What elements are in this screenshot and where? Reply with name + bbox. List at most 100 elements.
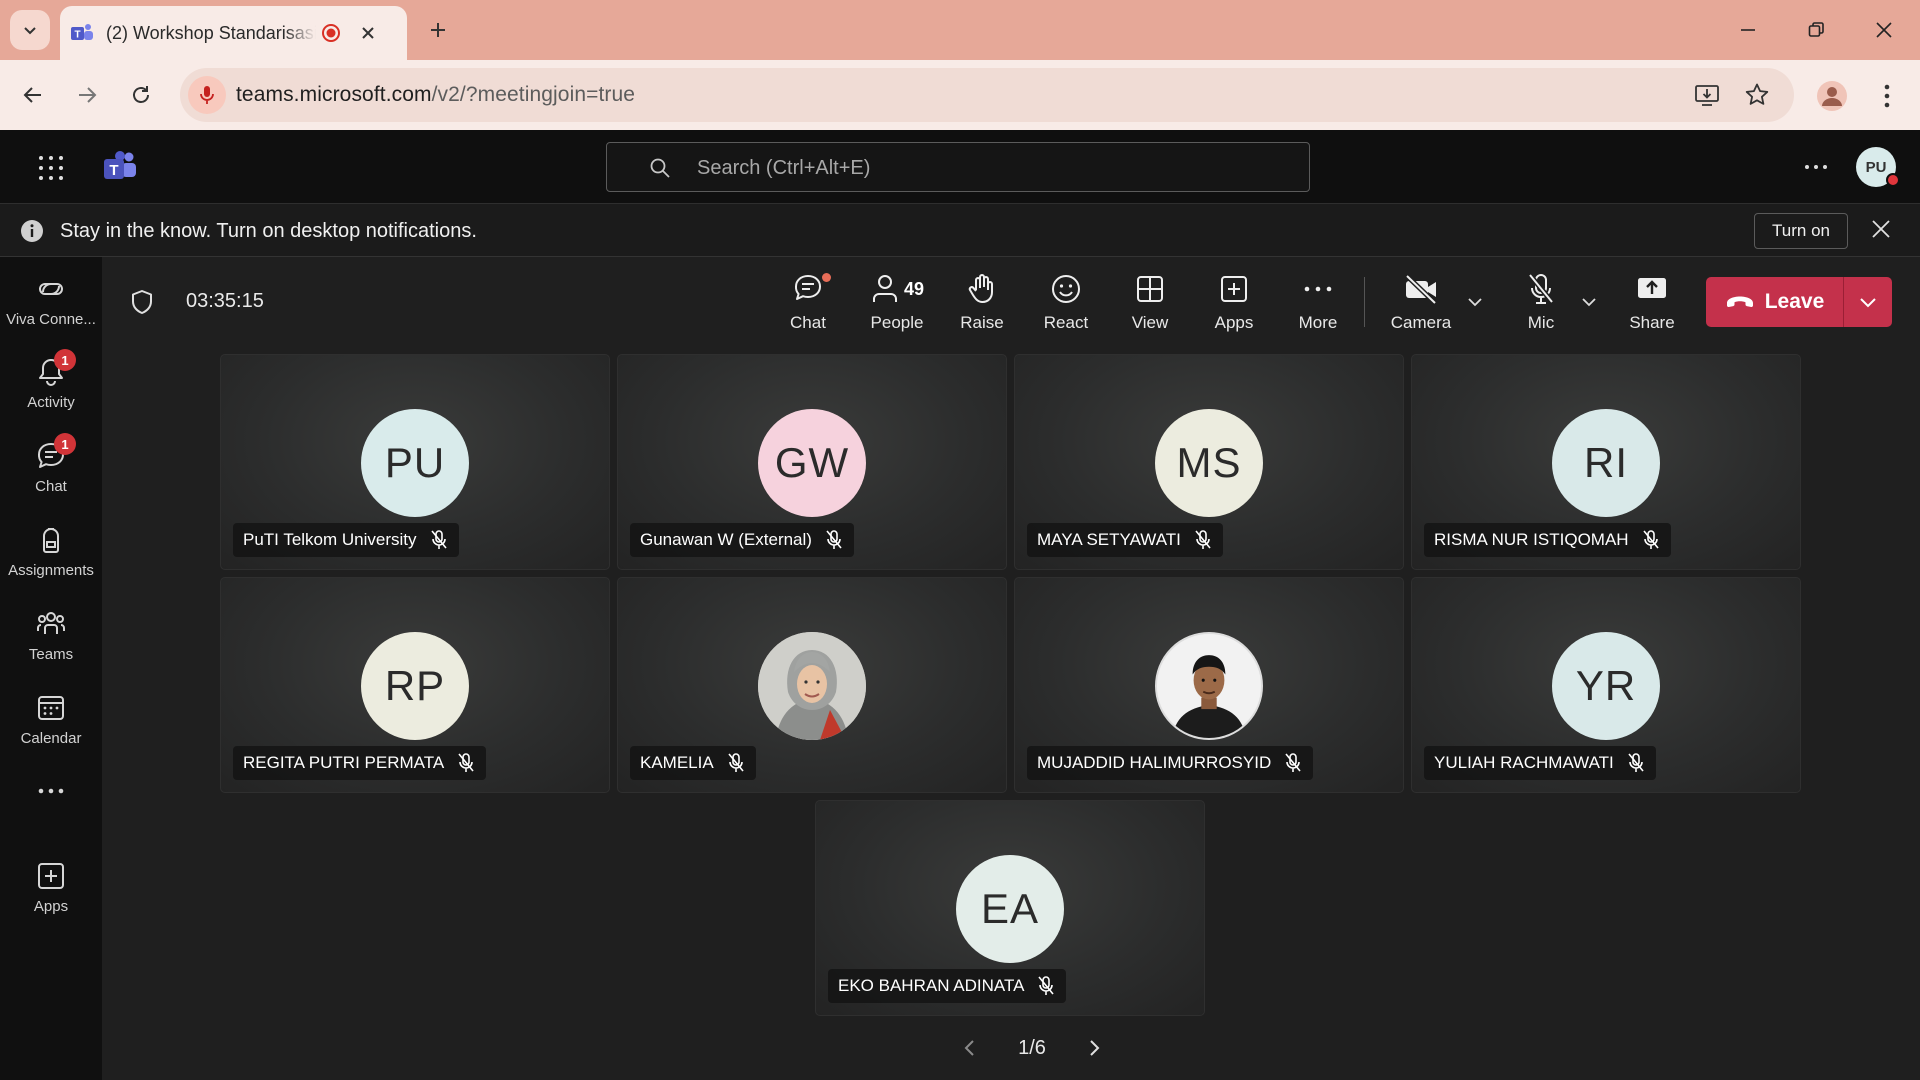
camera-options-chevron-icon[interactable] (1466, 293, 1484, 311)
chat-icon (794, 275, 821, 300)
people-button[interactable]: 49 People (856, 271, 938, 337)
view-button[interactable]: View (1120, 271, 1180, 337)
chevron-right-icon[interactable] (1086, 1038, 1102, 1058)
more-options-icon[interactable] (1804, 164, 1828, 170)
raise-hand-button[interactable]: Raise (952, 271, 1012, 337)
react-button[interactable]: React (1036, 271, 1096, 337)
rail-item-assignments[interactable]: Assignments (0, 513, 102, 591)
notification-banner: Stay in the know. Turn on desktop notifi… (0, 204, 1920, 257)
app-launcher-icon[interactable] (38, 155, 64, 181)
participant-tile[interactable]: KAMELIA (617, 577, 1007, 793)
participant-tile[interactable]: MS MAYA SETYAWATI (1014, 354, 1404, 570)
rail-item-apps[interactable]: Apps (0, 849, 102, 927)
site-mic-indicator[interactable] (188, 76, 226, 114)
camera-button[interactable]: Camera (1388, 271, 1454, 337)
browser-tab-strip: T (2) Workshop Standarisasi W (0, 0, 1920, 60)
close-icon[interactable] (1870, 218, 1892, 240)
teams-favicon-icon: T (71, 24, 93, 41)
forward-button[interactable] (70, 78, 104, 112)
address-bar[interactable]: teams.microsoft.com/v2/?meetingjoin=true (180, 68, 1794, 122)
browser-toolbar: teams.microsoft.com/v2/?meetingjoin=true (0, 60, 1920, 130)
mic-button[interactable]: Mic (1516, 271, 1566, 337)
more-options-icon (38, 788, 64, 794)
rail-item-teams[interactable]: Teams (0, 597, 102, 675)
participant-nametag: YULIAH RACHMAWATI (1424, 746, 1656, 780)
participant-name: PuTI Telkom University (243, 530, 417, 549)
tab-close-icon[interactable] (360, 25, 376, 41)
mic-options-chevron-icon[interactable] (1580, 293, 1598, 311)
participant-nametag: RISMA NUR ISTIQOMAH (1424, 523, 1671, 557)
participant-tile[interactable]: RI RISMA NUR ISTIQOMAH (1411, 354, 1801, 570)
leave-options-button[interactable] (1844, 277, 1892, 327)
participant-tile[interactable]: PU PuTI Telkom University (220, 354, 610, 570)
more-label: More (1298, 313, 1338, 332)
viva-connections-icon (39, 283, 63, 295)
notification-message: Stay in the know. Turn on desktop notifi… (60, 220, 477, 242)
install-app-icon[interactable] (1694, 83, 1720, 107)
rail-label: Chat (35, 478, 67, 495)
chevron-down-icon (24, 27, 36, 35)
rail-more-button[interactable] (0, 777, 102, 817)
mic-muted-icon (1285, 753, 1301, 772)
meeting-timer: 03:35:15 (186, 290, 264, 312)
rail-item-activity[interactable]: 1 Activity (0, 345, 102, 423)
grid-view-icon (1137, 276, 1163, 302)
leave-button[interactable]: Leave (1706, 277, 1844, 327)
mic-muted-icon (1195, 530, 1211, 549)
rail-label: Viva Conne... (6, 311, 96, 328)
profile-icon[interactable] (1816, 80, 1848, 112)
calendar-icon (38, 696, 64, 720)
participant-nametag: MAYA SETYAWATI (1027, 523, 1223, 557)
participant-name: MAYA SETYAWATI (1037, 530, 1181, 549)
participant-avatar: EA (956, 855, 1064, 963)
share-button[interactable]: Share (1622, 271, 1682, 337)
leave-button-group: Leave (1706, 277, 1892, 327)
plus-icon (431, 23, 445, 37)
participant-nametag: PuTI Telkom University (233, 523, 459, 557)
leave-label: Leave (1764, 290, 1825, 313)
minimize-icon (1741, 29, 1755, 31)
close-window-button[interactable] (1866, 12, 1902, 48)
mic-off-icon (1528, 273, 1554, 304)
minimize-button[interactable] (1730, 12, 1766, 48)
rail-item-chat[interactable]: 1 Chat (0, 429, 102, 507)
back-button[interactable] (16, 78, 50, 112)
participant-tile[interactable]: MUJADDID HALIMURROSYID (1014, 577, 1404, 793)
arrow-right-icon (79, 87, 97, 103)
search-input[interactable]: Search (Ctrl+Alt+E) (606, 142, 1310, 192)
participant-nametag: MUJADDID HALIMURROSYID (1027, 746, 1314, 780)
apps-button[interactable]: Apps (1204, 271, 1264, 337)
hand-icon (968, 274, 993, 303)
microphone-icon (200, 86, 214, 104)
chevron-left-icon[interactable] (962, 1038, 978, 1058)
shield-icon[interactable] (130, 289, 154, 315)
new-tab-button[interactable] (422, 14, 454, 46)
mic-muted-icon (1628, 753, 1644, 772)
participant-tile[interactable]: EA EKO BAHRAN ADINATA (815, 800, 1205, 1016)
participant-name: Gunawan W (External) (640, 530, 812, 549)
chat-button[interactable]: Chat (778, 271, 838, 337)
search-icon (650, 158, 670, 178)
view-label: View (1131, 313, 1169, 332)
recording-icon (322, 24, 340, 42)
reload-button[interactable] (124, 78, 158, 112)
arrow-left-icon (23, 87, 41, 103)
participant-tile[interactable]: YR YULIAH RACHMAWATI (1411, 577, 1801, 793)
bookmark-star-icon[interactable] (1744, 82, 1770, 108)
tab-search-button[interactable] (10, 10, 50, 50)
more-button[interactable]: More (1288, 271, 1348, 337)
teams-icon (37, 612, 65, 634)
participant-tile[interactable]: GW Gunawan W (External) (617, 354, 1007, 570)
rail-item-viva-connections[interactable]: Viva Conne... (0, 262, 102, 340)
restore-button[interactable] (1798, 12, 1834, 48)
turn-on-notifications-button[interactable]: Turn on (1754, 213, 1848, 249)
rail-label: Teams (28, 646, 74, 663)
browser-tab[interactable]: T (2) Workshop Standarisasi W (60, 6, 407, 60)
rail-item-calendar[interactable]: Calendar (0, 681, 102, 759)
browser-menu-icon[interactable] (1880, 82, 1894, 110)
react-label: React (1043, 313, 1089, 332)
chat-badge: 1 (54, 433, 76, 455)
participant-tile[interactable]: RP REGITA PUTRI PERMATA (220, 577, 610, 793)
rail-label: Assignments (8, 562, 94, 579)
people-label: People (870, 313, 924, 332)
